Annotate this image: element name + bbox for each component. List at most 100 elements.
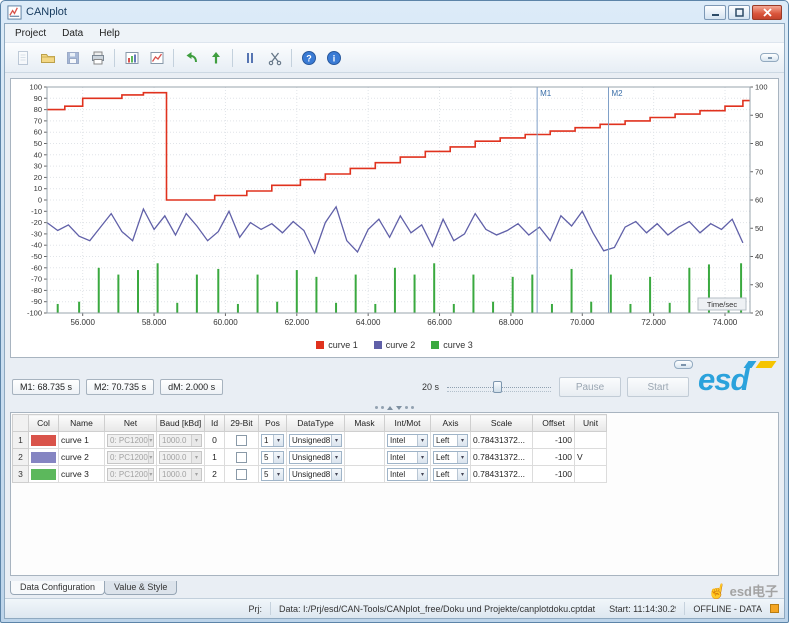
pos-select[interactable]: 5▾ <box>261 468 284 481</box>
collapse-controls-button[interactable] <box>674 360 693 369</box>
plot-svg[interactable]: -100-90-80-70-60-50-40-30-20-10010203040… <box>11 79 782 335</box>
scale-value[interactable]: 0.78431372... <box>471 449 533 466</box>
status-led <box>770 604 779 613</box>
net-select[interactable]: 0: PC1200▾ <box>107 468 154 481</box>
start-button[interactable]: Start <box>627 377 689 397</box>
tab-data-configuration[interactable]: Data Configuration <box>10 581 105 595</box>
column-header[interactable]: Col <box>29 415 59 432</box>
mask-value[interactable] <box>345 449 385 466</box>
color-swatch[interactable] <box>31 435 56 446</box>
datatype-select[interactable]: Unsigned8▾ <box>289 468 342 481</box>
axis-select[interactable]: Left▾ <box>433 434 468 447</box>
column-header[interactable]: Mask <box>345 415 385 432</box>
pos-select[interactable]: 1▾ <box>261 434 284 447</box>
net-select[interactable]: 0: PC1200▾ <box>107 434 154 447</box>
help-button[interactable]: ? <box>297 46 320 69</box>
menu-project[interactable]: Project <box>7 26 54 41</box>
svg-text:90: 90 <box>755 111 763 120</box>
export-image-button[interactable] <box>120 46 143 69</box>
unit-value[interactable]: V <box>575 449 607 466</box>
curve-name[interactable]: curve 2 <box>59 449 105 466</box>
bit29-checkbox[interactable] <box>236 452 247 463</box>
row-number[interactable]: 3 <box>13 466 29 483</box>
svg-text:?: ? <box>306 53 312 63</box>
settings-button[interactable] <box>263 46 286 69</box>
intmot-select[interactable]: Intel▾ <box>387 434 428 447</box>
column-header[interactable]: Unit <box>575 415 607 432</box>
id-value[interactable]: 2 <box>205 466 225 483</box>
axis-select[interactable]: Left▾ <box>433 468 468 481</box>
pos-select[interactable]: 5▾ <box>261 451 284 464</box>
svg-text:70: 70 <box>34 116 42 125</box>
new-button[interactable] <box>11 46 34 69</box>
id-value[interactable]: 0 <box>205 432 225 449</box>
curve-name[interactable]: curve 3 <box>59 466 105 483</box>
row-number[interactable]: 2 <box>13 449 29 466</box>
pause-button[interactable]: Pause <box>559 377 621 397</box>
column-header[interactable]: Scale <box>471 415 533 432</box>
undo-zoom-button[interactable] <box>179 46 202 69</box>
column-header[interactable]: Offset <box>533 415 575 432</box>
mask-value[interactable] <box>345 432 385 449</box>
save-button[interactable] <box>61 46 84 69</box>
minimize-button[interactable] <box>704 5 726 20</box>
mask-value[interactable] <box>345 466 385 483</box>
bit29-checkbox[interactable] <box>236 469 247 480</box>
column-header[interactable]: Name <box>59 415 105 432</box>
color-swatch-cell[interactable] <box>29 432 59 449</box>
column-header[interactable]: DataType <box>287 415 345 432</box>
redo-zoom-button[interactable] <box>204 46 227 69</box>
unit-value[interactable] <box>575 432 607 449</box>
slider-thumb[interactable] <box>493 381 502 393</box>
titlebar[interactable]: CANplot <box>4 1 785 23</box>
maximize-button[interactable] <box>728 5 750 20</box>
pos-cell: 5▾ <box>259 466 287 483</box>
color-swatch[interactable] <box>31 469 56 480</box>
status-data-field: Data: I:/Prj/esd/CAN-Tools/CANplot_free/… <box>279 604 676 614</box>
menu-data[interactable]: Data <box>54 26 91 41</box>
color-swatch[interactable] <box>31 452 56 463</box>
baud-select[interactable]: 1000.0▾ <box>159 451 202 464</box>
net-select[interactable]: 0: PC1200▾ <box>107 451 154 464</box>
time-window-slider[interactable] <box>445 379 553 395</box>
color-swatch-cell[interactable] <box>29 466 59 483</box>
table-splitter-grip[interactable] <box>10 403 779 412</box>
color-swatch-cell[interactable] <box>29 449 59 466</box>
id-value[interactable]: 1 <box>205 449 225 466</box>
bit29-checkbox[interactable] <box>236 435 247 446</box>
export-curve-button[interactable] <box>145 46 168 69</box>
column-header[interactable]: 29-Bit <box>225 415 259 432</box>
column-header[interactable]: Pos <box>259 415 287 432</box>
column-header[interactable]: Int/Mot <box>385 415 431 432</box>
chart-splitter[interactable] <box>10 358 779 371</box>
datatype-select[interactable]: Unsigned8▾ <box>289 451 342 464</box>
svg-text:62.000: 62.000 <box>285 318 310 327</box>
baud-select[interactable]: 1000.0▾ <box>159 434 202 447</box>
curve-name[interactable]: curve 1 <box>59 432 105 449</box>
unit-value[interactable] <box>575 466 607 483</box>
plot-area[interactable]: -100-90-80-70-60-50-40-30-20-10010203040… <box>11 79 778 335</box>
row-number[interactable]: 1 <box>13 432 29 449</box>
axis-select[interactable]: Left▾ <box>433 451 468 464</box>
print-button[interactable] <box>86 46 109 69</box>
menu-help[interactable]: Help <box>91 26 128 41</box>
about-button[interactable]: i <box>322 46 345 69</box>
open-button[interactable] <box>36 46 59 69</box>
offset-value[interactable]: -100 <box>533 449 575 466</box>
offset-value[interactable]: -100 <box>533 466 575 483</box>
collapse-chart-button[interactable] <box>760 53 779 62</box>
column-header[interactable]: Net <box>105 415 157 432</box>
column-header[interactable]: Axis <box>431 415 471 432</box>
column-header[interactable]: Baud [kBd] <box>157 415 205 432</box>
close-button[interactable] <box>752 5 782 20</box>
datatype-select[interactable]: Unsigned8▾ <box>289 434 342 447</box>
markers-button[interactable] <box>238 46 261 69</box>
column-header[interactable]: Id <box>205 415 225 432</box>
intmot-select[interactable]: Intel▾ <box>387 451 428 464</box>
intmot-select[interactable]: Intel▾ <box>387 468 428 481</box>
scale-value[interactable]: 0.78431372... <box>471 466 533 483</box>
tab-value-style[interactable]: Value & Style <box>104 581 177 595</box>
scale-value[interactable]: 0.78431372... <box>471 432 533 449</box>
baud-select[interactable]: 1000.0▾ <box>159 468 202 481</box>
offset-value[interactable]: -100 <box>533 432 575 449</box>
